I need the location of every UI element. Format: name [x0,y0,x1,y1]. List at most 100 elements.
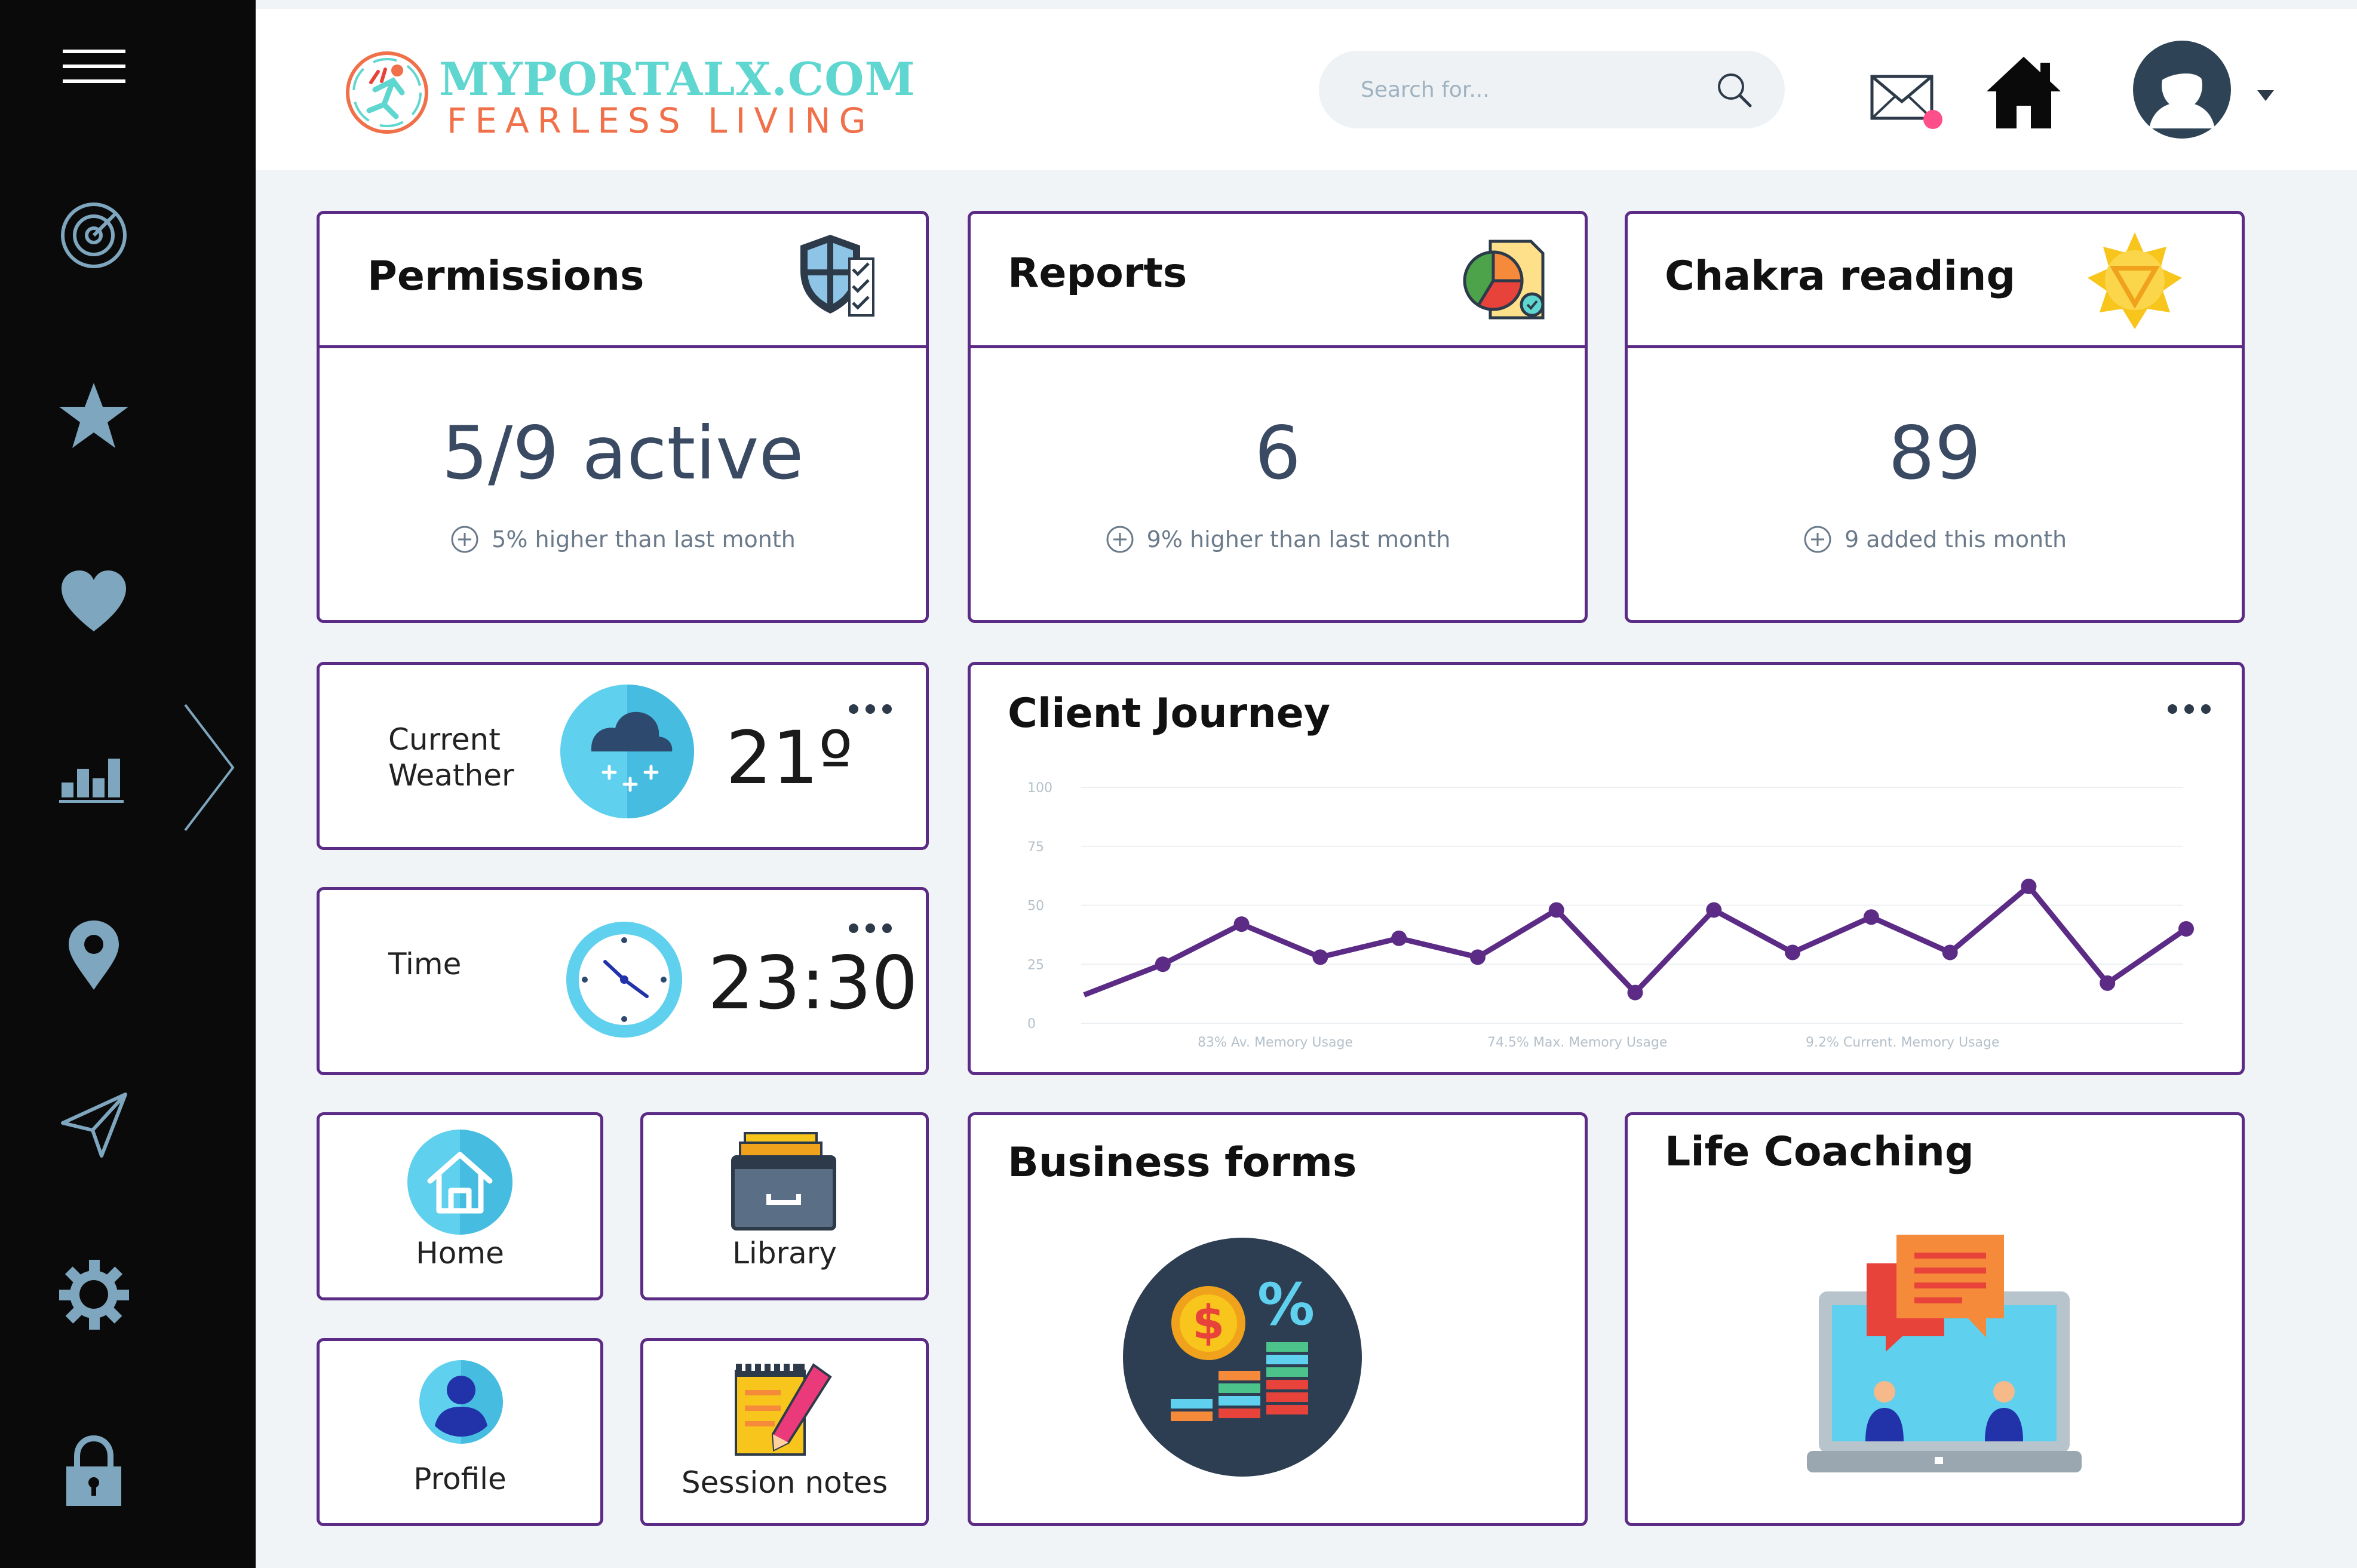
data-point[interactable] [1233,916,1250,932]
library-drawer-icon [731,1132,836,1231]
notification-dot [1923,110,1942,129]
profile-icon [419,1360,503,1444]
plus-circle-icon [451,526,478,553]
legend-pct: 83% [1198,1035,1227,1050]
more-options-icon[interactable] [846,702,894,716]
home-icon [407,1130,512,1235]
tile-label: Profile [413,1462,507,1496]
card-header: Reports [971,214,1585,348]
card-header: Permissions [320,214,926,348]
stat-value: 5/9 active [441,411,804,496]
data-point[interactable] [1469,949,1486,965]
target-icon[interactable] [57,198,131,273]
weather-label-line2: Weather [388,758,514,793]
y-tick-label: 100 [1027,781,1052,796]
user-avatar[interactable] [2131,39,2233,140]
plus-circle-icon [1106,526,1134,553]
shield-checklist-icon [800,235,874,317]
y-tick-label: 25 [1027,958,1044,972]
chevron-right-icon[interactable] [179,702,239,833]
star-icon[interactable] [57,379,131,454]
legend-item: 9.2% Current. Memory Usage [1806,1035,2000,1050]
data-point[interactable] [1785,944,1801,961]
chevron-down-icon[interactable] [2254,87,2278,105]
time-label: Time [388,947,462,981]
weather-label: Current Weather [388,722,514,793]
svg-text:%: % [1257,1271,1315,1338]
life-coaching-card[interactable]: Life Coaching [1625,1112,2245,1526]
menu-icon[interactable] [57,30,131,105]
data-point[interactable] [2178,921,2194,937]
reports-card[interactable]: Reports 6 9% higher than last month [968,211,1588,623]
data-point[interactable] [1548,902,1564,918]
permissions-card[interactable]: Permissions 5/9 active 5% higher than la… [317,211,929,623]
data-point[interactable] [1863,909,1879,925]
series-line [1083,883,2188,998]
stat-note: 9 added this month [1628,524,2242,554]
tile-label: Library [732,1236,837,1271]
chakra-lotus-icon [2088,232,2182,329]
client-journey-card[interactable]: Client Journey 0 25 50 75 100 83% Av. Memory… [968,662,2245,1075]
brand-title: MYPORTALX.COM [439,53,916,106]
legend-item: 74.5% Max. Memory Usage [1487,1035,1667,1050]
tile-label: Home [416,1236,504,1271]
session-notes-tile[interactable]: Session notes [640,1338,929,1526]
stat-value: 89 [1888,411,1981,496]
data-point[interactable] [2100,975,2116,991]
send-icon[interactable] [57,1087,131,1162]
brand-logo[interactable]: MYPORTALX.COM FEARLESS LIVING [342,42,915,149]
chakra-reading-card[interactable]: Chakra reading 89 9 added this month [1625,211,2245,623]
data-point[interactable] [1391,930,1407,946]
data-point[interactable] [2021,878,2037,894]
search-input[interactable] [1361,69,1695,111]
legend-label: Current. Memory Usage [1843,1035,2000,1050]
weather-value: 21º [726,716,853,800]
data-point[interactable] [1706,902,1722,918]
card-title: Reports [1008,250,1187,297]
data-point[interactable] [1627,984,1643,1001]
card-header: Chakra reading [1628,214,2242,348]
data-point[interactable] [1942,944,1958,961]
svg-text:$: $ [1192,1296,1224,1350]
bar-chart-icon[interactable] [57,732,131,806]
brand-subtitle: FEARLESS LIVING [447,100,874,141]
more-options-icon[interactable] [846,921,894,935]
location-pin-icon[interactable] [57,917,131,992]
data-point[interactable] [1155,956,1171,972]
gear-icon[interactable] [57,1257,131,1332]
stat-note-text: 5% higher than last month [492,526,796,553]
time-widget[interactable]: Time 23:30 [317,887,929,1075]
search-bar [1319,51,1785,128]
snow-cloud-icon [560,685,694,818]
video-coaching-laptop-icon [1807,1235,2082,1472]
legend-label: Max. Memory Usage [1533,1035,1668,1050]
weather-widget[interactable]: Current Weather 21º [317,662,929,850]
time-value: 23:30 [708,941,918,1026]
card-title: Chakra reading [1665,253,2016,300]
stat-note: 5% higher than last month [320,524,926,554]
legend-pct: 9.2% [1806,1035,1839,1050]
profile-tile[interactable]: Profile [317,1338,603,1526]
legend-pct: 74.5% [1487,1035,1529,1050]
legend-item: 83% Av. Memory Usage [1198,1035,1353,1050]
business-forms-card[interactable]: Business forms $ % [968,1112,1588,1526]
weather-label-line1: Current [388,722,501,757]
search-icon[interactable] [1713,69,1756,112]
card-title: Life Coaching [1665,1128,1974,1176]
card-title: Permissions [367,253,645,300]
plus-circle-icon [1804,526,1831,553]
y-tick-label: 50 [1027,899,1044,914]
sidebar [0,0,256,1568]
mail-icon[interactable] [1868,66,1943,131]
data-point[interactable] [1312,949,1328,965]
home-tile[interactable]: Home [317,1112,603,1300]
library-tile[interactable]: Library [640,1112,929,1300]
lock-icon[interactable] [57,1434,131,1508]
card-title: Business forms [1008,1139,1357,1186]
clock-icon [566,922,682,1038]
session-notes-icon [735,1359,832,1456]
business-finance-icon: $ % [1123,1238,1362,1477]
y-tick-label: 0 [1027,1017,1036,1032]
home-nav-icon[interactable] [1982,51,2066,134]
heart-icon[interactable] [57,564,131,639]
